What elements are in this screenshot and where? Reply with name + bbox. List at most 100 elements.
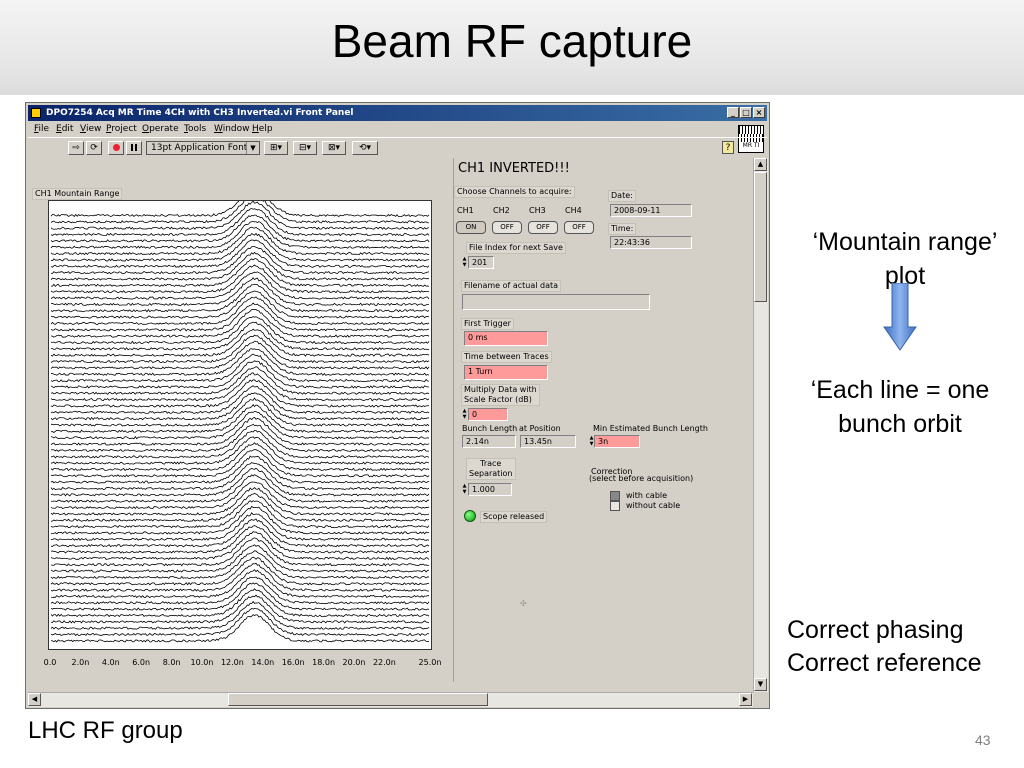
- labview-app-icon: [31, 108, 41, 118]
- correction-with-cable-label: with cable: [626, 491, 668, 501]
- menu-edit[interactable]: Edit: [56, 122, 73, 137]
- multiply-spinner[interactable]: ▲ ▼: [462, 408, 467, 420]
- x-tick-label: 12.0n: [220, 658, 244, 667]
- first-trigger-input[interactable]: 0 ms: [464, 331, 548, 346]
- menubar: File Edit View Project Operate Tools Win…: [28, 122, 767, 137]
- channel-label-ch2: CH2: [493, 206, 510, 216]
- file-index-spinner[interactable]: ▲ ▼: [462, 256, 467, 268]
- window-titlebar[interactable]: DPO7254 Acq MR Time 4CH with CH3 Inverte…: [28, 105, 767, 121]
- x-tick-label: 20.0n: [342, 658, 366, 667]
- menu-help[interactable]: Help: [252, 122, 273, 137]
- maximize-button[interactable]: □: [740, 107, 752, 118]
- choose-channels-label: Choose Channels to acquire:: [454, 186, 575, 198]
- multiply-label-line1: Multiply Data with: [464, 385, 537, 394]
- correction-without-cable-label: without cable: [626, 501, 681, 511]
- channel-toggles: ON OFF OFF OFF: [454, 221, 604, 235]
- ch1-toggle[interactable]: ON: [456, 221, 486, 234]
- scroll-up-arrow-icon[interactable]: ▲: [754, 158, 767, 171]
- chevron-down-icon: ▼: [246, 142, 259, 154]
- horizontal-scroll-thumb[interactable]: [228, 693, 488, 706]
- x-tick-label: 22.0n: [372, 658, 396, 667]
- menu-view[interactable]: View: [80, 122, 101, 137]
- close-button[interactable]: ×: [753, 107, 765, 118]
- down-arrow-icon: [883, 283, 917, 351]
- time-between-input[interactable]: 1 Turn: [464, 365, 548, 380]
- time-between-label: Time between Traces: [461, 351, 552, 363]
- correct-phasing-annotation: Correct phasing: [787, 616, 964, 644]
- scope-status-led: [464, 510, 476, 522]
- menu-window[interactable]: Window: [214, 122, 250, 137]
- menu-tools[interactable]: Tools: [184, 122, 206, 137]
- at-position-label: at Position: [519, 424, 561, 434]
- trace-sep-input[interactable]: 1.000: [468, 483, 512, 496]
- vertical-scroll-thumb[interactable]: [754, 172, 767, 302]
- page-number: 43: [975, 732, 991, 748]
- chart-label: CH1 Mountain Range: [32, 188, 123, 200]
- trace-line: [50, 302, 430, 332]
- file-index-input[interactable]: 201: [468, 256, 494, 269]
- labview-window: DPO7254 Acq MR Time 4CH with CH3 Inverte…: [25, 102, 770, 709]
- vi-icon-graphic: [739, 126, 763, 134]
- align-icon[interactable]: ⊞▾: [264, 141, 288, 155]
- x-tick-label: 14.0n: [251, 658, 275, 667]
- x-tick-label: 2.0n: [71, 658, 90, 667]
- trace-line: [50, 201, 430, 218]
- cursor-crosshair-icon: ✣: [520, 599, 527, 608]
- trace-line: [50, 512, 430, 541]
- reorder-icon[interactable]: ⟲▾: [352, 141, 378, 155]
- resize-icon[interactable]: ⊠▾: [322, 141, 346, 155]
- file-index-label: File Index for next Save: [466, 242, 566, 254]
- font-select[interactable]: 13pt Application Font ▼: [146, 141, 260, 155]
- chart-plot-area: [48, 200, 432, 650]
- x-tick-label: 0.0: [43, 658, 57, 667]
- multiply-label-line2: Scale Factor (dB): [464, 395, 532, 404]
- menu-file[interactable]: File: [34, 122, 49, 137]
- scroll-right-arrow-icon[interactable]: ▶: [739, 693, 752, 706]
- scroll-left-arrow-icon[interactable]: ◀: [28, 693, 41, 706]
- menu-project[interactable]: Project: [106, 122, 137, 137]
- abort-icon[interactable]: [108, 141, 124, 155]
- channel-label-ch1: CH1: [457, 206, 474, 216]
- run-continuous-icon[interactable]: ⟳: [86, 141, 102, 155]
- mountain-range-chart: 0.0 2.0n 4.0n 6.0n 8.0n 10.0n 12.0n 14.0n 16.0n 1…: [44, 200, 441, 670]
- each-line-annotation: ‘Each line = one bunch orbit: [810, 376, 990, 438]
- help-icon[interactable]: ?: [722, 141, 734, 154]
- font-select-value: 13pt Application Font: [151, 143, 248, 153]
- min-bunch-label: Min Estimated Bunch Length: [593, 424, 708, 434]
- date-indicator: 2008-09-11: [610, 204, 692, 217]
- channel-label-ch3: CH3: [529, 206, 546, 216]
- front-panel: CH1 Mountain Range 0.0 2.0n 4.0n 6.0n 8.0n 10…: [28, 158, 753, 682]
- ch3-toggle[interactable]: OFF: [528, 221, 558, 234]
- trace-line: [50, 201, 430, 224]
- trace-sep-spinner[interactable]: ▲ ▼: [462, 483, 467, 495]
- x-tick-label: 25.0n: [418, 658, 442, 667]
- time-indicator: 22:43:36: [610, 236, 692, 249]
- correction-without-cable-radio[interactable]: [610, 501, 620, 511]
- correction-with-cable-radio[interactable]: [610, 491, 620, 501]
- menu-operate[interactable]: Operate: [142, 122, 179, 137]
- ch2-toggle[interactable]: OFF: [492, 221, 522, 234]
- min-bunch-input[interactable]: 3n: [594, 435, 640, 448]
- filename-indicator: [462, 294, 650, 310]
- vertical-scrollbar[interactable]: ▲ ▼: [753, 158, 768, 692]
- slide-title: Beam RF capture: [331, 15, 693, 67]
- window-title: DPO7254 Acq MR Time 4CH with CH3 Inverte…: [46, 108, 354, 118]
- time-label: Time:: [608, 223, 637, 235]
- at-position-indicator: 13.45n: [520, 435, 576, 448]
- scroll-down-arrow-icon[interactable]: ▼: [754, 678, 767, 691]
- correct-reference-annotation: Correct reference: [787, 649, 982, 677]
- pause-icon[interactable]: [126, 141, 142, 155]
- x-tick-label: 16.0n: [281, 658, 305, 667]
- horizontal-scrollbar[interactable]: ◀ ▶: [28, 692, 753, 707]
- distribute-icon[interactable]: ⊟▾: [293, 141, 317, 155]
- date-label: Date:: [608, 190, 636, 202]
- scope-status-label: Scope released: [480, 511, 548, 523]
- bunch-length-label: Bunch Length: [462, 424, 518, 434]
- filename-label: Filename of actual data: [461, 280, 562, 292]
- ch4-toggle[interactable]: OFF: [564, 221, 594, 234]
- run-arrow-icon[interactable]: ⇨: [68, 141, 84, 155]
- multiply-input[interactable]: 0: [468, 408, 508, 421]
- trace-sep-label-line2: Separation: [469, 469, 513, 478]
- trace-sep-label: Trace Separation: [466, 458, 516, 480]
- minimize-button[interactable]: _: [727, 107, 739, 118]
